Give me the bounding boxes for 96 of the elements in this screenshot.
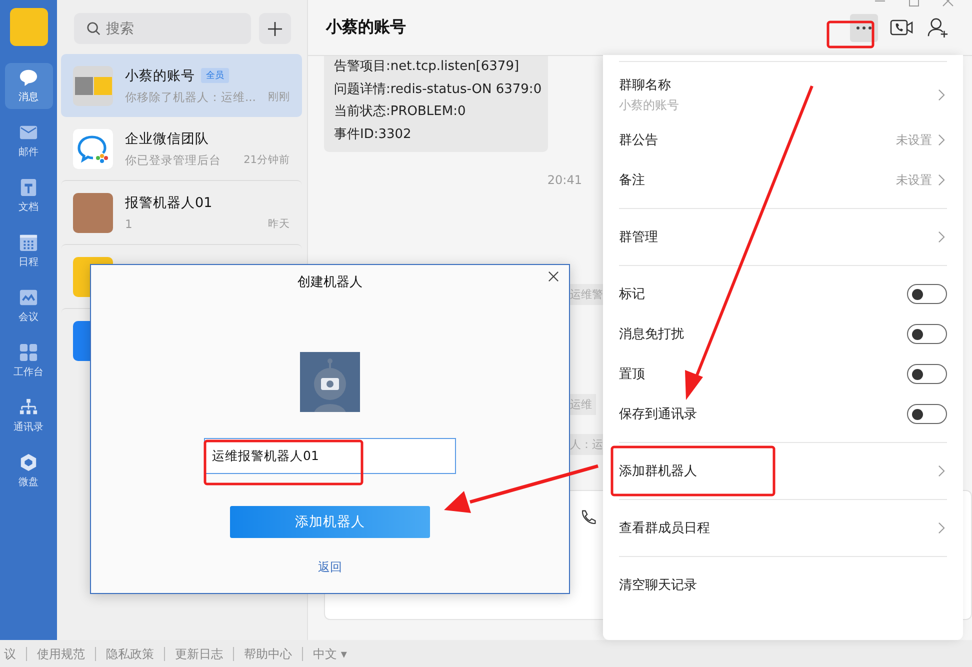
chevron-right-icon	[938, 174, 945, 186]
timestamp: 21分钟前	[244, 153, 290, 167]
footer-link[interactable]: 议	[0, 646, 27, 660]
settings-item[interactable]: 查看群成员日程	[619, 508, 947, 548]
settings-item[interactable]: 群管理	[619, 217, 947, 257]
search-icon	[86, 21, 101, 36]
nav-item[interactable]: 工作台	[4, 338, 52, 384]
user-avatar[interactable]	[10, 8, 48, 46]
org-chart-icon	[19, 398, 38, 417]
footer-link[interactable]: 使用规范	[27, 646, 96, 660]
chevron-right-icon	[938, 465, 945, 477]
setting-label: 备注	[619, 172, 646, 189]
message-preview: 你已登录管理后台	[125, 152, 222, 168]
robot-name-field[interactable]: 运维报警机器人01	[204, 438, 456, 474]
nav-item[interactable]: 通讯录	[4, 393, 52, 439]
settings-item[interactable]: 群聊名称 小蔡的账号	[619, 70, 947, 120]
group-avatar	[73, 66, 113, 106]
message-line: 告警项目:net.tcp.listen[6379]	[334, 58, 520, 76]
dialog-title: 创建机器人	[298, 274, 362, 291]
conversation-name: 报警机器人01	[125, 194, 212, 212]
toggle-switch[interactable]	[907, 284, 947, 304]
setting-label: 清空聊天记录	[619, 577, 698, 594]
conversation-name: 企业微信团队	[125, 130, 209, 148]
setting-label: 消息免打扰	[619, 326, 685, 343]
setting-value: 未设置	[896, 132, 932, 148]
phone-icon[interactable]	[579, 509, 597, 527]
search-field[interactable]: 搜索	[74, 13, 251, 44]
footer-link[interactable]: 帮助中心	[234, 646, 303, 660]
nav-item[interactable]: 微盘	[4, 448, 52, 494]
footer-link[interactable]: 隐私政策	[96, 646, 165, 660]
drive-icon	[19, 453, 38, 472]
setting-label: 群管理	[619, 229, 659, 246]
language-select[interactable]: 中文 ▾	[303, 646, 357, 660]
nav-item[interactable]: 消息	[4, 63, 52, 109]
calendar-icon	[19, 233, 38, 252]
nav-item[interactable]: 文档	[4, 173, 52, 219]
close-icon[interactable]	[548, 271, 559, 282]
maximize-icon[interactable]	[908, 0, 920, 8]
conversation-item[interactable]: 企业微信团队 你已登录管理后台 21分钟前	[61, 117, 302, 180]
meeting-icon	[19, 288, 38, 307]
setting-label: 标记	[619, 286, 646, 303]
chat-logo-icon	[73, 128, 113, 168]
message-line: 当前状态:PROBLEM:0	[334, 103, 467, 121]
toggle-switch[interactable]	[907, 404, 947, 424]
chevron-right-icon	[938, 522, 945, 534]
chat-title: 小蔡的账号	[326, 17, 406, 38]
settings-item[interactable]: 消息免打扰	[619, 314, 947, 354]
settings-item[interactable]: 备注 未设置	[619, 160, 947, 200]
nav-item[interactable]: 会议	[4, 283, 52, 329]
settings-item[interactable]: 保存到通讯录	[619, 394, 947, 434]
setting-label: 查看群成员日程	[619, 520, 711, 537]
robot-avatar-icon[interactable]	[300, 352, 360, 412]
add-robot-button[interactable]: 添加机器人	[230, 506, 430, 538]
setting-label: 群聊名称	[619, 77, 672, 94]
settings-item[interactable]: 置顶	[619, 354, 947, 394]
setting-value: 未设置	[896, 172, 932, 188]
toggle-switch[interactable]	[907, 364, 947, 384]
timestamp: 20:41	[546, 173, 582, 187]
back-link[interactable]: 返回	[318, 559, 342, 576]
document-icon	[19, 178, 38, 197]
setting-label: 保存到通讯录	[619, 406, 698, 423]
settings-item[interactable]: 添加群机器人	[619, 451, 947, 491]
timestamp: 昨天	[268, 217, 290, 231]
annotation-box	[826, 20, 874, 48]
photo-placeholder	[73, 192, 113, 232]
footer-link[interactable]: 更新日志	[165, 646, 234, 660]
setting-label: 添加群机器人	[619, 463, 698, 480]
group-tag: 全员	[201, 68, 229, 83]
video-call-icon[interactable]	[890, 17, 914, 38]
toggle-switch[interactable]	[907, 324, 947, 344]
nav-item[interactable]: 邮件	[4, 118, 52, 164]
timestamp: 刚刚	[268, 90, 290, 104]
plus-icon	[267, 20, 283, 36]
conversation-item[interactable]: 小蔡的账号 全员 你移除了机器人：运维... 刚刚	[61, 54, 302, 117]
chat-bubble-icon	[19, 68, 38, 87]
message-line: 事件ID:3302	[334, 126, 412, 144]
chevron-right-icon	[938, 89, 945, 101]
message-preview: 你移除了机器人：运维...	[125, 90, 257, 104]
conversation-item[interactable]: 报警机器人01 1 昨天	[61, 180, 302, 244]
add-person-icon[interactable]	[926, 17, 950, 38]
message-line: 问题详情:redis-status-ON 6379:0	[334, 80, 540, 98]
settings-item[interactable]: 清空聊天记录	[619, 565, 947, 605]
more-icon	[856, 26, 872, 30]
grid-icon	[19, 343, 38, 362]
setting-label: 置顶	[619, 366, 646, 383]
settings-item[interactable]: 群公告 未设置	[619, 120, 947, 160]
chevron-right-icon	[938, 231, 945, 243]
envelope-icon	[19, 123, 38, 142]
setting-label: 群公告	[619, 132, 659, 149]
chevron-right-icon	[938, 134, 945, 146]
nav-item[interactable]: 日程	[4, 228, 52, 274]
conversation-name: 小蔡的账号	[125, 66, 195, 84]
message-preview: 1	[125, 217, 134, 231]
settings-item[interactable]: 标记	[619, 274, 947, 314]
add-button[interactable]	[259, 13, 291, 44]
setting-value: 小蔡的账号	[619, 97, 680, 114]
